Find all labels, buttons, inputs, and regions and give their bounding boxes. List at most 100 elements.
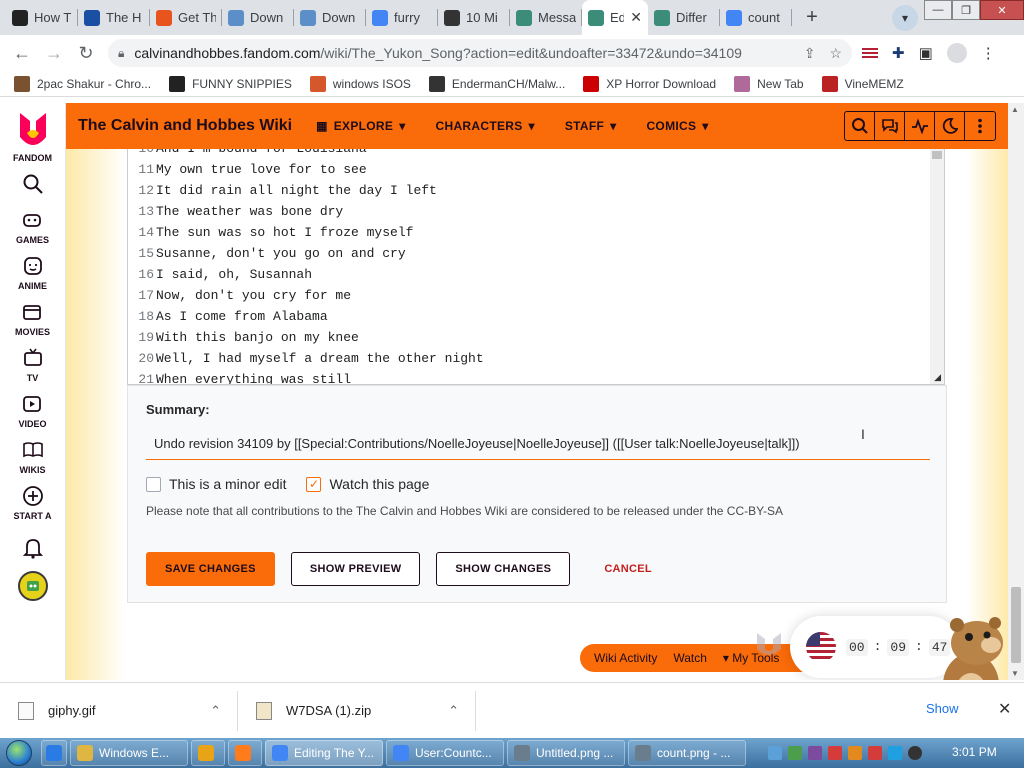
- wiki-name[interactable]: The Calvin and Hobbes Wiki: [78, 117, 292, 135]
- profile-avatar-icon[interactable]: [946, 43, 967, 63]
- watch-page-option[interactable]: ✓ Watch this page: [306, 476, 429, 492]
- tray-app-icon[interactable]: [888, 746, 902, 760]
- more-kebab-icon[interactable]: [965, 112, 995, 140]
- rail-item-wikis[interactable]: WIKIS: [20, 437, 46, 475]
- wiki-nav-characters[interactable]: CHARACTERS ▾: [436, 119, 535, 133]
- chevron-up-icon[interactable]: ⌃: [210, 703, 221, 719]
- tray-app-icon[interactable]: [768, 746, 782, 760]
- editor-line[interactable]: 20 Well, I had myself a dream the other n…: [128, 348, 483, 369]
- minor-edit-checkbox[interactable]: [146, 476, 161, 492]
- fandom-logo-icon[interactable]: [16, 111, 50, 151]
- close-window-button[interactable]: ✕: [980, 0, 1024, 20]
- tray-app-icon[interactable]: [828, 746, 842, 760]
- fandom-brand[interactable]: FANDOM: [13, 153, 52, 163]
- source-editor[interactable]: 10And I'm bound for Louisiana11My own tr…: [127, 149, 945, 385]
- watch-page-checkbox[interactable]: ✓: [306, 476, 322, 492]
- taskbar-button[interactable]: Editing The Y...: [265, 740, 383, 766]
- bookmark-item[interactable]: windows ISOS: [309, 75, 411, 92]
- rail-item-tv[interactable]: TV: [20, 345, 46, 383]
- browser-tab[interactable]: Messa: [510, 0, 582, 35]
- browser-tab[interactable]: 10 Mi: [438, 0, 510, 35]
- summary-input[interactable]: Undo revision 34109 by [[Special:Contrib…: [146, 430, 930, 460]
- browser-tab[interactable]: The H: [78, 0, 150, 35]
- minor-edit-option[interactable]: This is a minor edit: [146, 476, 286, 492]
- address-bar[interactable]: 🔒︎ calvinandhobbes.fandom.com/wiki/The_Y…: [108, 39, 852, 67]
- rail-item-video[interactable]: VIDEO: [18, 391, 47, 429]
- puzzle-extensions-icon[interactable]: ✚: [892, 44, 905, 62]
- editor-line[interactable]: 12 It did rain all night the day I left: [128, 180, 484, 201]
- editor-line[interactable]: 21 When everything was still: [128, 369, 484, 384]
- url-text[interactable]: calvinandhobbes.fandom.com/wiki/The_Yuko…: [134, 45, 803, 61]
- browser-tab[interactable]: furry: [366, 0, 438, 35]
- editor-scrollbar[interactable]: [930, 149, 944, 384]
- menu-kebab-icon[interactable]: ⋮: [981, 44, 996, 62]
- taskbar-button[interactable]: [228, 740, 262, 766]
- minimize-button[interactable]: —: [924, 0, 952, 20]
- chevron-up-icon[interactable]: ⌃: [448, 703, 459, 719]
- bookmark-star-icon[interactable]: ☆: [829, 45, 842, 62]
- notifications-button[interactable]: [20, 535, 46, 563]
- editor-line[interactable]: 15 Susanne, don't you go on and cry: [128, 243, 484, 264]
- forward-icon[interactable]: →: [38, 37, 70, 69]
- browser-tab[interactable]: Down: [222, 0, 294, 35]
- tray-app-icon[interactable]: [868, 746, 882, 760]
- flag-extension-icon[interactable]: [862, 47, 878, 59]
- lock-icon[interactable]: 🔒︎: [118, 46, 124, 61]
- share-icon[interactable]: ⇪: [804, 45, 816, 62]
- editor-line[interactable]: 11 My own true love for to see: [128, 159, 484, 180]
- page-scroll-thumb[interactable]: [1011, 587, 1021, 663]
- browser-tab[interactable]: Ed ✕: [582, 0, 648, 35]
- page-scrollbar[interactable]: ▲ ▼: [1008, 103, 1024, 680]
- maximize-button[interactable]: ❐: [952, 0, 980, 20]
- taskbar-button[interactable]: Windows E...: [70, 740, 188, 766]
- rail-item-anime[interactable]: ANIME: [18, 253, 47, 291]
- bookmark-item[interactable]: VineMEMZ: [821, 75, 904, 92]
- wiki-search-icon[interactable]: [845, 112, 875, 140]
- taskbar-button[interactable]: [191, 740, 225, 766]
- bookmark-item[interactable]: FUNNY SNIPPIES: [169, 75, 292, 92]
- wiki-nav-comics[interactable]: COMICS ▾: [646, 119, 708, 133]
- editor-line[interactable]: 10And I'm bound for Louisiana: [128, 149, 484, 159]
- dark-mode-moon-icon[interactable]: [935, 112, 965, 140]
- show-changes-button[interactable]: SHOW CHANGES: [436, 552, 571, 586]
- tray-app-icon[interactable]: [788, 746, 802, 760]
- bookmark-item[interactable]: New Tab: [734, 75, 804, 92]
- browser-tab[interactable]: Get Th: [150, 0, 222, 35]
- side-panel-icon[interactable]: ▣: [919, 44, 933, 62]
- reload-icon[interactable]: ↻: [70, 37, 102, 69]
- editor-line[interactable]: 13 The weather was bone dry: [128, 201, 484, 222]
- editor-line[interactable]: 16 I said, oh, Susannah: [128, 264, 484, 285]
- close-tab-icon[interactable]: ✕: [630, 9, 642, 26]
- show-preview-button[interactable]: SHOW PREVIEW: [290, 552, 421, 586]
- download-item[interactable]: W7DSA (1).zip ⌃: [238, 690, 476, 731]
- tab-search-icon[interactable]: ▾: [892, 5, 918, 31]
- ie-quicklaunch[interactable]: [41, 740, 67, 766]
- rail-item-movies[interactable]: MOVIES: [15, 299, 50, 337]
- taskbar-button[interactable]: count.png - ...: [628, 740, 746, 766]
- new-tab-button[interactable]: +: [798, 4, 826, 32]
- editor-line[interactable]: 18 As I come from Alabama: [128, 306, 484, 327]
- start-button[interactable]: [0, 738, 38, 768]
- tray-app-icon[interactable]: [908, 746, 922, 760]
- browser-tab[interactable]: Down: [294, 0, 366, 35]
- browser-tab[interactable]: How T: [6, 0, 78, 35]
- rail-item-start-a[interactable]: START A: [14, 483, 52, 521]
- cancel-button[interactable]: CANCEL: [586, 552, 670, 586]
- search-button[interactable]: [20, 171, 46, 199]
- back-icon[interactable]: ←: [6, 37, 38, 69]
- activity-pulse-icon[interactable]: [905, 112, 935, 140]
- show-all-downloads-link[interactable]: Show: [926, 701, 959, 716]
- clock[interactable]: 3:01 PM: [952, 745, 997, 759]
- browser-tab[interactable]: Differ: [648, 0, 720, 35]
- discussions-icon[interactable]: [875, 112, 905, 140]
- taskbar-button[interactable]: User:Countc...: [386, 740, 504, 766]
- bookmark-item[interactable]: EndermanCH/Malw...: [428, 75, 565, 92]
- rail-item-games[interactable]: GAMES: [16, 207, 49, 245]
- wiki-activity-link[interactable]: Wiki Activity: [594, 651, 657, 665]
- user-avatar[interactable]: [17, 571, 48, 603]
- bookmark-item[interactable]: 2pac Shakur - Chro...: [14, 75, 151, 92]
- close-icon[interactable]: ✕: [998, 699, 1011, 719]
- tray-app-icon[interactable]: [848, 746, 862, 760]
- taskbar-button[interactable]: Untitled.png ...: [507, 740, 625, 766]
- editor-line[interactable]: 14 The sun was so hot I froze myself: [128, 222, 484, 243]
